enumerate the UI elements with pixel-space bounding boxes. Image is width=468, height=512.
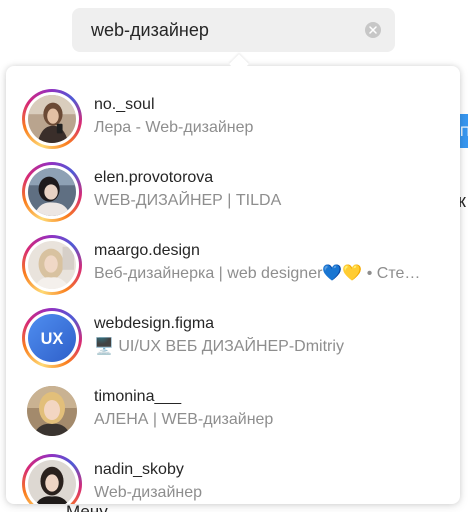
avatar (28, 241, 76, 289)
result-username: timonina___ (94, 388, 182, 405)
result-text: maargo.design Веб-дизайнерка | web desig… (94, 241, 444, 284)
avatar-frame (25, 238, 79, 292)
search-result-item[interactable]: elen.provotorova WEB-ДИЗАЙНЕР | TILDA (6, 155, 460, 228)
avatar-photo-image (28, 168, 76, 216)
story-ring: UX (22, 308, 82, 368)
result-username: webdesign.figma (94, 315, 215, 332)
avatar-photo-image (28, 241, 76, 289)
story-ring (22, 89, 82, 149)
result-username: nadin_skoby (94, 461, 184, 478)
result-username: elen.provotorova (94, 169, 214, 186)
result-fullname: Лера - Web-дизайнер (94, 119, 254, 136)
avatar-frame: UX (25, 311, 79, 365)
ux-logo-text: UX (41, 330, 64, 348)
result-text: timonina___ АЛЕНА | WEB-дизайнер (94, 387, 444, 430)
result-fullname: Веб-дизайнерка | web designer💙💛 • Сте… (94, 265, 421, 282)
result-text: webdesign.figma 🖥️ UI/UX ВЕБ ДИЗАЙНЕР-Dm… (94, 314, 444, 357)
avatar-photo-image (28, 460, 76, 504)
dropdown-caret-mask (222, 66, 256, 76)
search-result-item[interactable]: UX webdesign.figma 🖥️ UI/UX ВЕБ ДИЗАЙНЕР… (6, 301, 460, 374)
avatar-frame (27, 386, 77, 436)
avatar (28, 168, 76, 216)
background-blue-button-label: П (460, 123, 468, 139)
story-ring (22, 454, 82, 504)
avatar: UX (28, 314, 76, 362)
search-bar[interactable] (72, 8, 395, 52)
result-username: maargo.design (94, 242, 200, 259)
search-result-item[interactable]: maargo.design Веб-дизайнерка | web desig… (6, 228, 460, 301)
story-ring (22, 235, 82, 295)
search-results-list: no._soul Лера - Web-дизайнер elen.provot… (6, 82, 460, 504)
avatar-frame (25, 165, 79, 219)
search-results-dropdown: no._soul Лера - Web-дизайнер elen.provot… (6, 66, 460, 504)
result-fullname: WEB-ДИЗАЙНЕР | TILDA (94, 192, 282, 209)
avatar (27, 386, 77, 436)
result-text: nadin_skoby Web-дизайнер (94, 460, 444, 503)
result-text: no._soul Лера - Web-дизайнер (94, 95, 444, 138)
result-fullname: 🖥️ UI/UX ВЕБ ДИЗАЙНЕР-Dmitriy (94, 338, 344, 355)
avatar-frame (25, 92, 79, 146)
search-result-item[interactable]: nadin_skoby Web-дизайнер (6, 447, 460, 504)
avatar (28, 95, 76, 143)
search-result-item[interactable]: timonina___ АЛЕНА | WEB-дизайнер (6, 374, 460, 447)
result-fullname: АЛЕНА | WEB-дизайнер (94, 411, 274, 428)
avatar-frame (25, 457, 79, 504)
ux-logo-icon: UX (28, 314, 76, 362)
close-icon (369, 26, 377, 34)
clear-search-button[interactable] (365, 22, 381, 38)
instagram-search-page: П к Мену web-дизайнер no._soul Лера - We… (0, 0, 468, 512)
story-ring (22, 162, 82, 222)
search-input[interactable] (91, 18, 365, 42)
result-text: elen.provotorova WEB-ДИЗАЙНЕР | TILDA (94, 168, 444, 211)
avatar-ring (22, 381, 82, 441)
result-username: no._soul (94, 96, 155, 113)
search-result-item[interactable]: no._soul Лера - Web-дизайнер (6, 82, 460, 155)
avatar-photo-image (28, 95, 76, 143)
avatar-photo-image (27, 386, 77, 436)
avatar (28, 460, 76, 504)
result-fullname: Web-дизайнер (94, 484, 203, 501)
